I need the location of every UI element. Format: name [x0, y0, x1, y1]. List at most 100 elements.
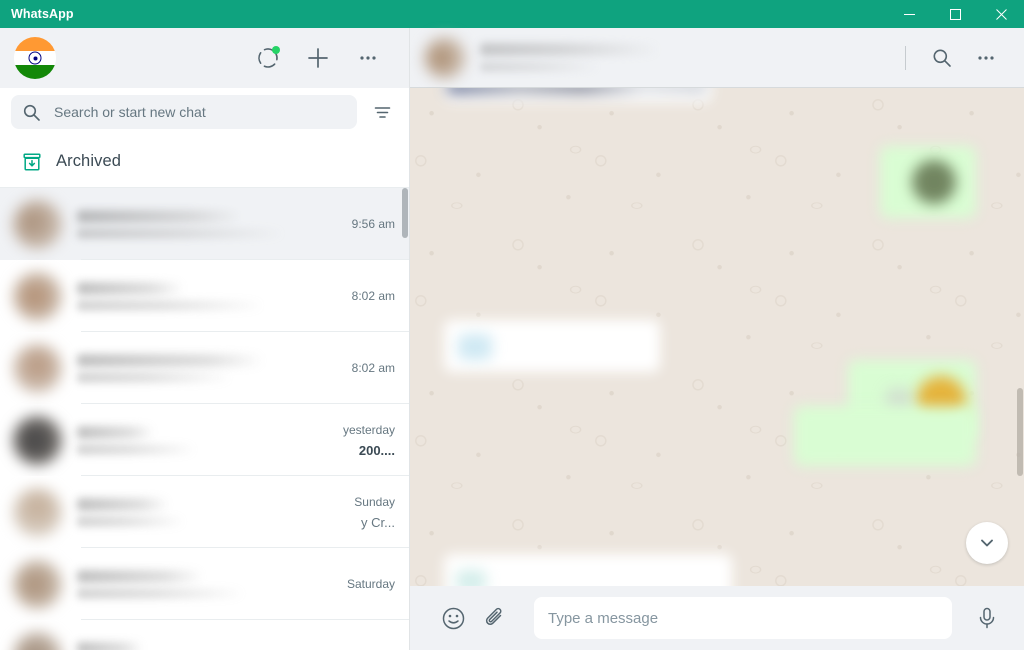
chat-item-text: [77, 209, 344, 239]
app-body: Archived 9:56 am 8:02 am 8:02 am yesterday 2…: [0, 28, 1024, 650]
archived-row[interactable]: Archived: [0, 136, 409, 188]
chevron-down-icon: [981, 539, 993, 547]
maximize-icon: [949, 8, 961, 20]
chat-item-name: [77, 425, 155, 439]
conversation-header: [410, 28, 1024, 88]
close-button[interactable]: [978, 0, 1024, 28]
message-content: [456, 570, 486, 586]
chat-list-item[interactable]: Sunday y Cr...: [0, 476, 409, 548]
search-icon: [933, 49, 951, 67]
header-divider: [905, 45, 906, 70]
more-horizontal-icon: [360, 56, 376, 60]
window-controls: [886, 0, 1024, 28]
sidebar-menu-button[interactable]: [343, 37, 393, 79]
message-thumbnail: [446, 88, 708, 94]
conversation-menu-button[interactable]: [964, 38, 1008, 78]
chat-item-text: [77, 641, 330, 650]
chat-list-item[interactable]: /a/08/2022: [0, 620, 409, 650]
chat-avatar: [13, 199, 62, 249]
chat-item-name: [77, 569, 203, 583]
search-input[interactable]: [54, 104, 345, 120]
conversation-header-actions: [901, 38, 1008, 78]
ashoka-chakra-icon: [28, 51, 42, 65]
attach-button[interactable]: [474, 596, 516, 640]
message-input[interactable]: [548, 609, 938, 627]
search-box[interactable]: [11, 95, 357, 129]
message-scroll-container: [410, 88, 1024, 586]
window-titlebar: WhatsApp: [0, 0, 1024, 28]
india-flag-avatar[interactable]: [14, 37, 56, 79]
window-title: WhatsApp: [11, 7, 74, 21]
chat-filter-button[interactable]: [365, 95, 399, 129]
chat-item-name: [77, 641, 143, 650]
chat-item-preview: [77, 371, 232, 383]
message-bubble[interactable]: [444, 554, 732, 586]
chat-item-timestamp: Sunday: [354, 494, 395, 509]
chat-list-pane: Archived 9:56 am 8:02 am 8:02 am yesterday 2…: [0, 28, 410, 650]
scroll-to-bottom-button[interactable]: [966, 522, 1008, 564]
status-unread-dot: [272, 46, 280, 54]
chat-avatar: [13, 631, 62, 650]
chat-item-preview: [77, 443, 196, 455]
minimize-button[interactable]: [886, 0, 932, 28]
chat-item-preview: [77, 587, 245, 599]
chat-item-timestamp: 9:56 am: [351, 217, 395, 231]
message-scrollbar[interactable]: [1017, 388, 1023, 476]
chat-item-timestamp: 8:02 am: [351, 289, 395, 303]
chat-item-name: [77, 497, 169, 511]
filter-icon: [374, 106, 390, 118]
chat-item-text: [77, 569, 339, 599]
message-bubble[interactable]: [794, 406, 976, 466]
contact-status: [480, 62, 600, 72]
chat-item-timestamp: Saturday: [346, 577, 395, 591]
chat-item-timestamp: yesterday: [342, 422, 395, 437]
archive-box-icon: [22, 152, 56, 172]
chat-list-item[interactable]: 8:02 am: [0, 260, 409, 332]
chat-item-meta: Sunday y Cr...: [354, 495, 395, 530]
message-composer: [410, 586, 1024, 650]
close-icon: [995, 8, 1007, 20]
chat-item-preview-text: y Cr...: [361, 514, 395, 530]
minimize-icon: [903, 13, 915, 15]
chat-list[interactable]: 9:56 am 8:02 am 8:02 am yesterday 200.... Sun…: [0, 188, 409, 650]
chat-item-preview: [77, 299, 264, 311]
chat-list-item[interactable]: 8:02 am: [0, 332, 409, 404]
contact-avatar[interactable]: [424, 36, 466, 79]
contact-name: [480, 43, 660, 56]
smiley-icon: [442, 607, 464, 629]
chat-item-text: [77, 281, 344, 311]
maximize-button[interactable]: [932, 0, 978, 28]
archived-label: Archived: [56, 152, 121, 170]
voice-record-button[interactable]: [966, 596, 1008, 640]
chat-item-meta: 9:56 am: [352, 217, 395, 231]
chat-item-preview: [77, 227, 285, 239]
sidebar-header: [0, 28, 409, 88]
chat-avatar: [13, 559, 62, 609]
message-input-box[interactable]: [534, 597, 952, 639]
contact-info[interactable]: [480, 43, 901, 72]
chat-avatar: [13, 271, 62, 321]
chat-item-meta: 8:02 am: [352, 361, 395, 375]
chat-list-scrollbar[interactable]: [402, 188, 408, 238]
chat-item-meta: Saturday: [347, 577, 395, 591]
chat-item-preview-text: 200....: [358, 442, 395, 458]
chat-avatar: [13, 487, 62, 537]
chat-list-item[interactable]: Saturday: [0, 548, 409, 620]
conversation-search-button[interactable]: [920, 38, 964, 78]
conversation-pane: [410, 28, 1024, 650]
chat-item-meta: yesterday 200....: [343, 423, 395, 458]
microphone-icon: [979, 607, 995, 629]
more-horizontal-icon: [978, 55, 994, 60]
chat-item-meta: 8:02 am: [352, 289, 395, 303]
message-content: [912, 160, 956, 204]
chat-item-text: [77, 353, 344, 383]
chat-list-item[interactable]: 9:56 am: [0, 188, 409, 260]
sidebar-header-actions: [243, 37, 393, 79]
flag-stripe-green: [14, 64, 56, 79]
new-chat-button[interactable]: [293, 37, 343, 79]
status-button[interactable]: [243, 37, 293, 79]
chat-list-item[interactable]: yesterday 200....: [0, 404, 409, 476]
search-row: [0, 88, 409, 136]
message-area[interactable]: [410, 88, 1024, 586]
emoji-button[interactable]: [432, 596, 474, 640]
